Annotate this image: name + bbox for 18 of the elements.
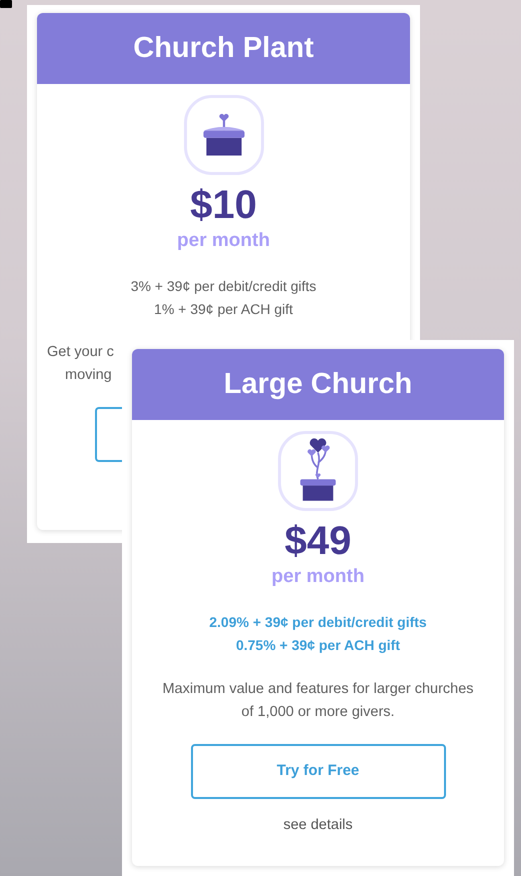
- tag-icon: [0, 0, 12, 8]
- fee-text: 2.09% + 39¢ per debit/credit gifts: [209, 613, 427, 632]
- plan-title: Large Church: [224, 366, 412, 402]
- plan-price: $10: [190, 183, 257, 227]
- fee-text: 0.75% + 39¢ per ACH gift: [236, 636, 400, 655]
- fee-text: 1% + 39¢ per ACH gift: [154, 300, 293, 319]
- description-text: moving: [64, 366, 112, 385]
- price-period: per month: [177, 229, 270, 253]
- price-period: per month: [272, 565, 364, 589]
- pot-icon: [202, 113, 246, 157]
- plan-price: $49: [284, 519, 352, 563]
- fee-text: 3% + 39¢ per debit/credit gifts: [130, 277, 316, 296]
- plan-title: Church Plant: [133, 30, 314, 66]
- details-link[interactable]: see details: [283, 815, 353, 837]
- description-text: Maximum value and features for larger churches: [162, 680, 474, 699]
- trial-button[interactable]: [95, 407, 122, 462]
- description-text: Get your c: [46, 343, 114, 362]
- description-text: of 1,000 or more givers.: [241, 703, 395, 722]
